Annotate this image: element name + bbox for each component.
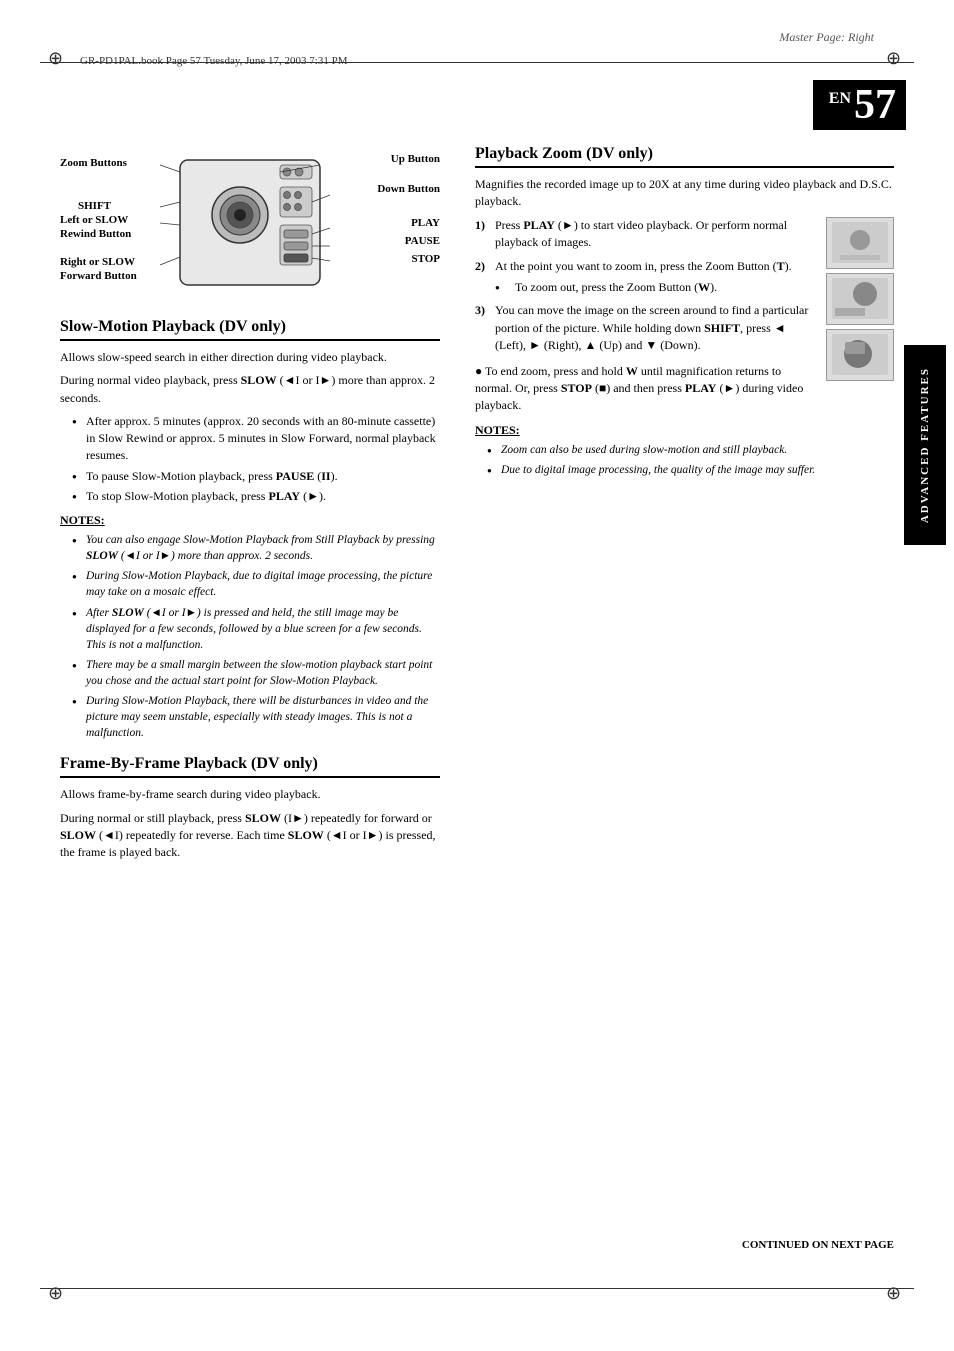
playback-zoom-notes: Zoom can also be used during slow-motion…	[487, 442, 894, 478]
left-column: Zoom Buttons SHIFT Left or SLOWRewind Bu…	[60, 145, 440, 868]
reg-mark-bl	[48, 1283, 68, 1303]
label-stop: STOP	[411, 253, 440, 265]
slow-motion-note-5: During Slow-Motion Playback, there will …	[72, 693, 440, 741]
slow-motion-notes-heading: NOTES:	[60, 513, 440, 528]
slow-motion-notes: You can also engage Slow-Motion Playback…	[72, 532, 440, 741]
slow-motion-bullet-2: To pause Slow-Motion playback, press PAU…	[72, 468, 440, 485]
playback-zoom-note-1: Zoom can also be used during slow-motion…	[487, 442, 894, 458]
slow-motion-bullets: After approx. 5 minutes (approx. 20 seco…	[72, 413, 440, 505]
reg-mark-tr	[886, 48, 906, 68]
label-down-button: Down Button	[377, 183, 440, 195]
label-right-slow: Right or SLOWForward Button	[60, 255, 137, 284]
label-zoom-buttons: Zoom Buttons	[60, 157, 127, 169]
label-up-button: Up Button	[391, 153, 440, 165]
playback-zoom-step-1: 1) Press PLAY (►) to start video playbac…	[475, 217, 894, 252]
page-wrapper: Master Page: Right GR-PD1PAL.book Page 5…	[0, 0, 954, 1351]
frame-by-frame-heading: Frame-By-Frame Playback (DV only)	[60, 755, 440, 778]
master-page-label: Master Page: Right	[779, 30, 874, 45]
label-shift: SHIFT	[78, 200, 111, 212]
slow-motion-note-2: During Slow-Motion Playback, due to digi…	[72, 568, 440, 600]
playback-zoom-note-2: Due to digital image processing, the qua…	[487, 462, 894, 478]
reg-mark-br	[886, 1283, 906, 1303]
file-info: GR-PD1PAL.book Page 57 Tuesday, June 17,…	[80, 55, 348, 67]
slow-motion-bullet-1: After approx. 5 minutes (approx. 20 seco…	[72, 413, 440, 463]
reg-mark-tl	[48, 48, 68, 68]
playback-zoom-heading: Playback Zoom (DV only)	[475, 145, 894, 168]
playback-zoom-steps: 1) Press PLAY (►) to start video playbac…	[475, 217, 894, 355]
slow-motion-note-3: After SLOW (◄I or I►) is pressed and hel…	[72, 605, 440, 653]
camera-diagram	[150, 145, 350, 300]
diagram-area: Zoom Buttons SHIFT Left or SLOWRewind Bu…	[60, 145, 440, 300]
page-number: 57	[854, 82, 896, 128]
slow-motion-intro: Allows slow-speed search in either direc…	[60, 349, 440, 366]
hr-bottom	[40, 1288, 914, 1289]
en-label: EN	[829, 90, 851, 107]
label-play: PLAY	[411, 217, 440, 229]
page-number-badge: EN57	[813, 80, 906, 130]
label-pause: PAUSE	[405, 235, 440, 247]
frame-by-frame-para1: During normal or still playback, press S…	[60, 810, 440, 862]
advanced-features-label: ADVANCED FEATURES	[919, 367, 931, 523]
main-content: Zoom Buttons SHIFT Left or SLOWRewind Bu…	[60, 145, 894, 1271]
slow-motion-para1: During normal video playback, press SLOW…	[60, 372, 440, 407]
slow-motion-bullet-3: To stop Slow-Motion playback, press PLAY…	[72, 488, 440, 505]
slow-motion-note-1: You can also engage Slow-Motion Playback…	[72, 532, 440, 564]
playback-zoom-step-2: 2) At the point you want to zoom in, pre…	[475, 258, 894, 297]
frame-by-frame-intro: Allows frame-by-frame search during vide…	[60, 786, 440, 803]
right-column: Playback Zoom (DV only) Magnifies the re…	[475, 145, 894, 484]
slow-motion-note-4: There may be a small margin between the …	[72, 657, 440, 689]
playback-zoom-notes-heading: NOTES:	[475, 423, 894, 438]
playback-zoom-intro: Magnifies the recorded image up to 20X a…	[475, 176, 894, 211]
label-left-slow: Left or SLOWRewind Button	[60, 213, 131, 242]
playback-zoom-step-3: 3) You can move the image on the screen …	[475, 302, 894, 354]
playback-zoom-step-2-sub: To zoom out, press the Zoom Button (W).	[495, 279, 894, 296]
continued-label: CONTINUED ON NEXT PAGE	[742, 1239, 894, 1251]
slow-motion-heading: Slow-Motion Playback (DV only)	[60, 318, 440, 341]
advanced-features-sidebar: ADVANCED FEATURES	[904, 345, 946, 545]
